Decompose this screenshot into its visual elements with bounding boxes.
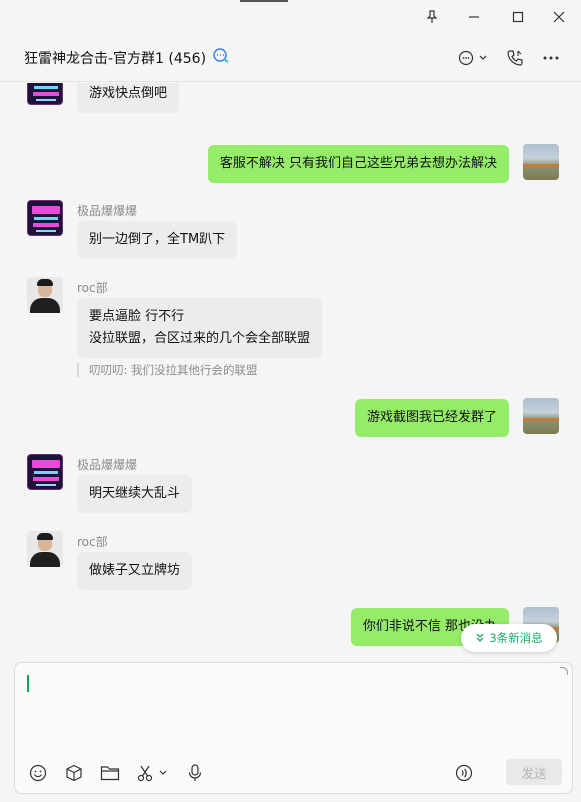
- message-composer[interactable]: 发送: [14, 662, 573, 794]
- new-messages-label: 3条新消息: [489, 631, 543, 645]
- avatar[interactable]: [27, 277, 63, 313]
- message-line: 要点逼脸 行不行: [89, 309, 185, 324]
- quoted-reply[interactable]: 叨叨叨: 我们没拉其他行会的联盟: [77, 363, 258, 377]
- avatar[interactable]: [523, 144, 559, 180]
- message-bubble[interactable]: 客服不解决 只有我们自己这些兄弟去想办法解决: [207, 145, 509, 183]
- message-bubble[interactable]: 别一边倒了，全TM趴下: [77, 221, 238, 259]
- avatar[interactable]: [27, 454, 63, 490]
- chat-title[interactable]: 狂雷神龙合击-官方群1 (456): [24, 48, 230, 68]
- pin-icon[interactable]: [410, 0, 454, 34]
- avatar[interactable]: [27, 83, 63, 105]
- message-bubble[interactable]: 要点逼脸 行不行 没拉联盟，合区过来的几个会全部联盟: [77, 298, 323, 358]
- double-chevron-down-icon: [476, 633, 484, 642]
- message-row: roc部 做婊子又立牌坊: [0, 530, 581, 592]
- folder-icon[interactable]: [100, 763, 120, 783]
- message-row: roc部 要点逼脸 行不行 没拉联盟，合区过来的几个会全部联盟 叨叨叨: 我们没…: [0, 276, 581, 377]
- window-titlebar: [0, 0, 581, 34]
- maximize-icon[interactable]: [496, 0, 540, 34]
- new-messages-button[interactable]: 3条新消息: [461, 624, 557, 652]
- message-line: 没拉联盟，合区过来的几个会全部联盟: [89, 331, 311, 346]
- message-row: 极品爆爆爆 明天继续大乱斗: [0, 453, 581, 515]
- avatar[interactable]: [27, 531, 63, 567]
- voice-input-icon[interactable]: [455, 763, 473, 783]
- message-row: 客服不解决 只有我们自己这些兄弟去想办法解决: [0, 143, 581, 183]
- more-icon[interactable]: [540, 46, 562, 70]
- avatar[interactable]: [523, 398, 559, 434]
- sender-name: 极品爆爆爆: [77, 458, 138, 472]
- sender-name: roc部: [77, 281, 108, 295]
- emoji-icon[interactable]: [29, 763, 47, 783]
- chat-title-text: 狂雷神龙合击-官方群1 (456): [24, 51, 207, 67]
- window-top-edge: [240, 0, 288, 2]
- message-list[interactable]: 游戏快点倒吧 客服不解决 只有我们自己这些兄弟去想办法解决 极品爆爆爆 别一边倒…: [0, 83, 581, 660]
- resize-handle-icon[interactable]: [560, 667, 568, 675]
- phone-icon[interactable]: [504, 46, 526, 70]
- group-badge-icon: [212, 48, 230, 68]
- sender-name: roc部: [77, 535, 108, 549]
- chat-header: 狂雷神龙合击-官方群1 (456): [0, 34, 581, 82]
- scissors-icon[interactable]: [136, 763, 170, 783]
- microphone-icon[interactable]: [187, 763, 203, 783]
- chat-bubble-icon[interactable]: [456, 46, 490, 70]
- close-icon[interactable]: [537, 0, 581, 34]
- message-bubble[interactable]: 游戏截图我已经发群了: [354, 399, 509, 437]
- avatar[interactable]: [27, 200, 63, 236]
- message-row: 极品爆爆爆 别一边倒了，全TM趴下: [0, 199, 581, 261]
- message-bubble[interactable]: 明天继续大乱斗: [77, 475, 193, 513]
- minimize-icon[interactable]: [452, 0, 496, 34]
- text-caret: [27, 675, 29, 692]
- cube-icon[interactable]: [65, 763, 83, 783]
- sender-name: 极品爆爆爆: [77, 204, 138, 218]
- message-row: 游戏截图我已经发群了: [0, 397, 581, 437]
- message-bubble[interactable]: 做婊子又立牌坊: [77, 552, 193, 590]
- message-bubble[interactable]: 游戏快点倒吧: [77, 83, 180, 113]
- message-row: 游戏快点倒吧: [0, 83, 581, 125]
- send-button[interactable]: 发送: [506, 759, 562, 785]
